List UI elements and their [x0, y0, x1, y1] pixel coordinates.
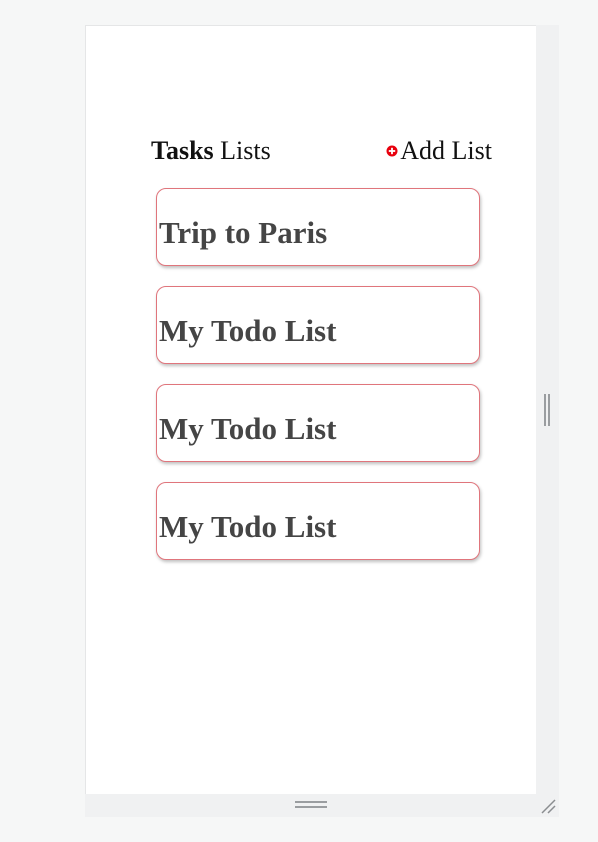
list-item-title: My Todo List: [159, 411, 337, 446]
header: Tasks Lists Add List: [151, 135, 496, 167]
task-lists: Trip to Paris My Todo List My Todo List …: [156, 188, 480, 580]
list-item[interactable]: My Todo List: [156, 384, 480, 462]
add-list-button[interactable]: Add List: [386, 135, 492, 167]
add-list-label: Add List: [400, 136, 492, 165]
vertical-resize-handle-icon[interactable]: [544, 394, 550, 426]
list-item-title: My Todo List: [159, 509, 337, 544]
page-title-bold: Tasks: [151, 136, 214, 165]
list-item-title: Trip to Paris: [159, 215, 328, 250]
page-title-rest: Lists: [213, 136, 271, 165]
list-item[interactable]: Trip to Paris: [156, 188, 480, 266]
list-item-title: My Todo List: [159, 313, 337, 348]
page-title: Tasks Lists: [151, 135, 271, 167]
corner-resize-icon[interactable]: [539, 797, 557, 815]
horizontal-resize-handle-icon[interactable]: [295, 801, 327, 808]
list-item[interactable]: My Todo List: [156, 482, 480, 560]
list-item[interactable]: My Todo List: [156, 286, 480, 364]
plus-circle-icon: [386, 145, 398, 157]
